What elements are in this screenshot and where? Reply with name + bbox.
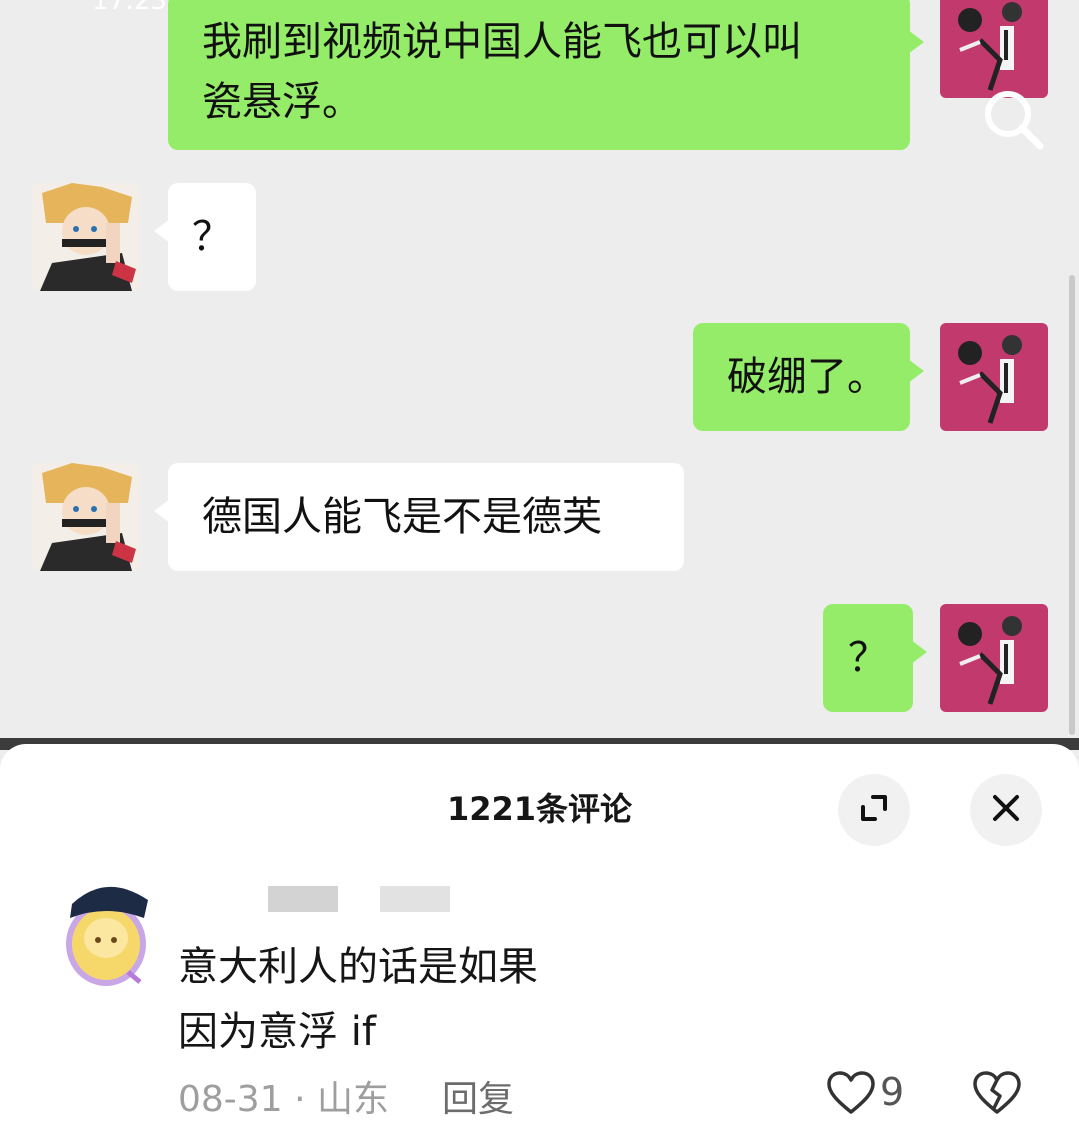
message-text: ？	[848, 635, 888, 681]
commenter-name-redacted	[380, 886, 450, 912]
comment-text-line: 因为意浮 if	[178, 1009, 376, 1055]
contact-avatar[interactable]	[32, 183, 140, 291]
heart-icon[interactable]	[826, 1070, 876, 1116]
chat-scrollbar[interactable]	[1069, 275, 1075, 735]
close-button[interactable]	[970, 774, 1042, 846]
like-count: 9	[880, 1070, 905, 1114]
broken-heart-icon[interactable]	[972, 1070, 1022, 1116]
my-avatar[interactable]	[940, 604, 1048, 712]
comment-location: 山东	[316, 1079, 389, 1120]
message-line: 瓷悬浮。	[202, 79, 362, 125]
search-icon[interactable]	[980, 86, 1046, 152]
chat-area: 17:23 我刷到视频说中国人能飞也可以叫 瓷悬浮。 ？ 破绷了。 德国人能飞是…	[0, 0, 1079, 740]
comment-meta: 08-31 · 山东	[178, 1070, 389, 1122]
message-text: 破绷了。	[727, 354, 887, 400]
comment-date: 08-31	[178, 1079, 283, 1120]
commenter-avatar[interactable]	[58, 878, 154, 994]
message-line: 我刷到视频说中国人能飞也可以叫	[202, 19, 802, 65]
expand-icon	[857, 791, 891, 829]
commenter-name-redacted	[268, 886, 338, 912]
message-text: 德国人能飞是不是德芙	[202, 494, 602, 540]
reply-button[interactable]: 回复	[442, 1070, 514, 1122]
close-icon	[991, 793, 1021, 827]
comment-count-title: 1221条评论	[446, 790, 633, 828]
chat-bubble-outgoing[interactable]: 我刷到视频说中国人能飞也可以叫 瓷悬浮。	[168, 0, 924, 150]
comment-sheet: 1221条评论 意大利人的话是如果 因为意浮 if 08-31 · 山东 回复 …	[0, 744, 1079, 1137]
chat-bubble-incoming[interactable]: ？	[154, 183, 256, 291]
message-text: ？	[192, 214, 232, 260]
meta-separator: ·	[294, 1079, 306, 1120]
comment-text-line: 意大利人的话是如果	[178, 944, 538, 990]
my-avatar[interactable]	[940, 0, 1048, 98]
chat-bubble-outgoing[interactable]: ？	[823, 604, 927, 712]
chat-bubble-incoming[interactable]: 德国人能飞是不是德芙	[154, 463, 684, 571]
expand-button[interactable]	[838, 774, 910, 846]
chat-bubble-outgoing[interactable]: 破绷了。	[693, 323, 924, 431]
contact-avatar[interactable]	[32, 463, 140, 571]
my-avatar[interactable]	[940, 323, 1048, 431]
status-time: 17:23	[92, 0, 167, 16]
